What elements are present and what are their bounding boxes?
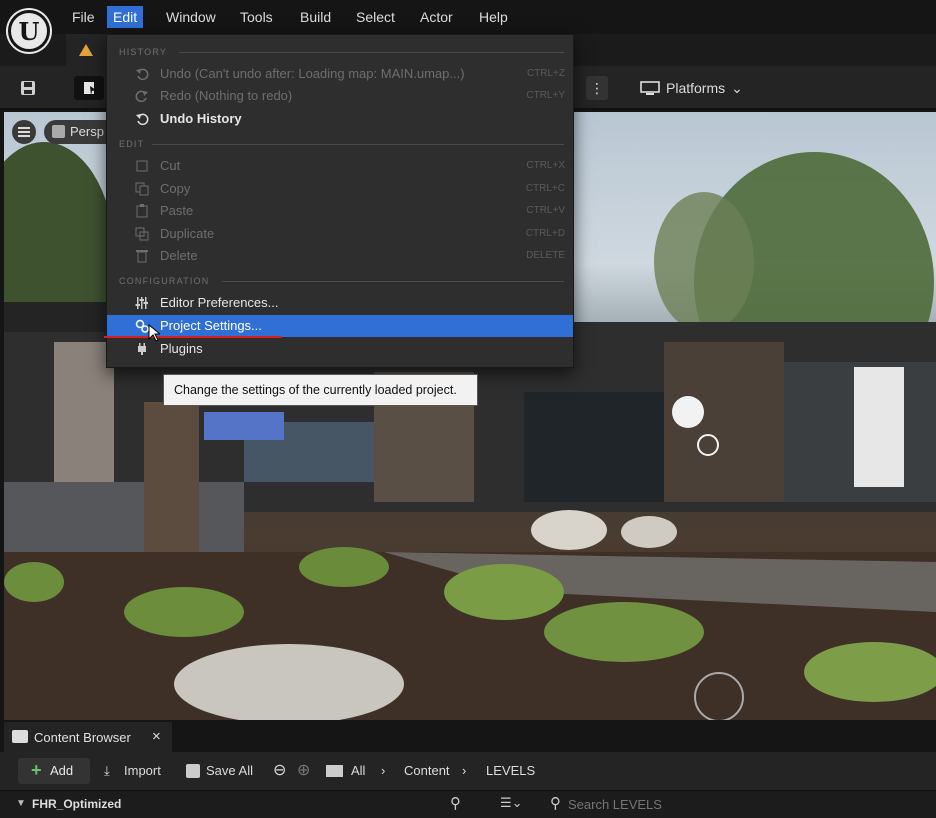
divider — [152, 144, 564, 145]
undo-history-icon — [135, 112, 149, 126]
menu-item-plugins[interactable]: Plugins — [107, 338, 573, 360]
menu-item-delete[interactable]: Delete DELETE — [107, 245, 573, 267]
paste-icon — [135, 204, 149, 218]
divider — [222, 281, 564, 282]
menu-item-duplicate[interactable]: Duplicate CTRL+D — [107, 223, 573, 245]
filter-icon[interactable]: ☰⌄ — [500, 795, 523, 811]
gears-icon — [135, 319, 149, 333]
menu-item-cut[interactable]: Cut CTRL+X — [107, 155, 573, 177]
menu-tools[interactable]: Tools — [234, 6, 279, 28]
delete-icon — [135, 249, 149, 263]
import-button[interactable]: Import — [124, 763, 161, 778]
more-options-icon[interactable]: ⋮ — [586, 76, 608, 100]
menu-file[interactable]: File — [66, 6, 101, 28]
viewport-menu-icon[interactable] — [12, 120, 36, 144]
content-browser-tab-label: Content Browser — [34, 730, 131, 745]
search-icon[interactable]: ⚲ — [450, 794, 461, 812]
tooltip: Change the settings of the currently loa… — [163, 374, 478, 406]
sliders-icon — [135, 296, 149, 310]
menu-item-paste[interactable]: Paste CTRL+V — [107, 200, 573, 222]
content-browser-icon — [12, 730, 28, 743]
undo-icon — [135, 67, 149, 81]
import-icon: ⤓ — [104, 763, 110, 778]
duplicate-icon — [135, 227, 149, 241]
menu-item-redo[interactable]: Redo (Nothing to redo) CTRL+Y — [107, 85, 573, 107]
menu-select[interactable]: Select — [350, 6, 401, 28]
content-browser-toolbar: + Add ⤓ Import Save All ⊖ ⊕ All › Conten… — [0, 752, 936, 790]
menu-item-undo[interactable]: Undo (Can't undo after: Loading map: MAI… — [107, 63, 573, 85]
tree-root-label[interactable]: FHR_Optimized — [32, 797, 121, 811]
save-all-icon — [186, 764, 200, 778]
level-tab[interactable] — [66, 34, 106, 66]
menu-actor[interactable]: Actor — [414, 6, 459, 28]
search-input[interactable] — [568, 794, 928, 814]
menu-item-undo-history[interactable]: Undo History — [107, 108, 573, 130]
breadcrumb-separator-icon: › — [462, 763, 467, 778]
content-browser-filter-row: ▼ FHR_Optimized ⚲ ☰⌄ ⚲ — [0, 790, 936, 818]
unreal-logo-icon[interactable]: U — [8, 10, 50, 52]
breadcrumb-levels[interactable]: LEVELS — [486, 763, 535, 778]
folder-icon — [326, 765, 343, 777]
section-edit: EDIT — [119, 139, 145, 149]
breadcrumb-all[interactable]: All — [351, 763, 365, 778]
section-history: HISTORY — [119, 47, 168, 57]
cut-icon — [135, 159, 149, 173]
chevron-down-icon: ⌄ — [731, 79, 743, 96]
collapse-arrow-icon[interactable]: ▼ — [16, 798, 26, 809]
add-label: Add — [50, 763, 74, 778]
menu-bar: U File Edit Window Tools Build Select Ac… — [0, 0, 936, 52]
menu-window[interactable]: Window — [160, 6, 222, 28]
menu-item-project-settings[interactable]: Project Settings... — [107, 315, 573, 337]
view-mode-label: Persp — [70, 124, 104, 139]
level-icon — [79, 44, 93, 56]
breadcrumb-separator-icon: › — [381, 763, 386, 778]
menu-edit[interactable]: Edit — [107, 6, 144, 28]
content-browser-tab[interactable]: Content Browser × — [4, 722, 172, 752]
highlight-underline — [104, 336, 282, 338]
mouse-cursor-icon — [148, 324, 160, 342]
platforms-button[interactable]: Platforms ⌄ — [640, 76, 743, 100]
mode-icon — [84, 82, 96, 95]
platforms-icon — [640, 81, 660, 95]
redo-icon — [135, 89, 149, 103]
plug-icon — [135, 342, 149, 356]
save-icon[interactable] — [16, 76, 40, 100]
search-icon: ⚲ — [550, 795, 561, 812]
menu-item-copy[interactable]: Copy CTRL+C — [107, 178, 573, 200]
plus-icon: + — [31, 760, 42, 780]
forward-icon[interactable]: ⊕ — [297, 760, 310, 780]
edit-menu-dropdown: HISTORY Undo (Can't undo after: Loading … — [106, 34, 574, 368]
back-icon[interactable]: ⊖ — [273, 760, 286, 780]
mode-select-button[interactable] — [74, 76, 104, 100]
add-button[interactable]: + Add — [18, 758, 90, 784]
breadcrumb-content[interactable]: Content — [404, 763, 450, 778]
copy-icon — [135, 182, 149, 196]
divider — [179, 52, 564, 53]
platforms-label: Platforms — [666, 80, 726, 96]
menu-help[interactable]: Help — [473, 6, 514, 28]
close-icon[interactable]: × — [152, 728, 161, 745]
save-all-button[interactable]: Save All — [206, 763, 253, 778]
menu-build[interactable]: Build — [294, 6, 337, 28]
cube-icon — [52, 125, 65, 138]
content-browser-tabbar: Content Browser × — [0, 722, 936, 752]
section-configuration: CONFIGURATION — [119, 276, 210, 286]
menu-item-editor-preferences[interactable]: Editor Preferences... — [107, 292, 573, 314]
